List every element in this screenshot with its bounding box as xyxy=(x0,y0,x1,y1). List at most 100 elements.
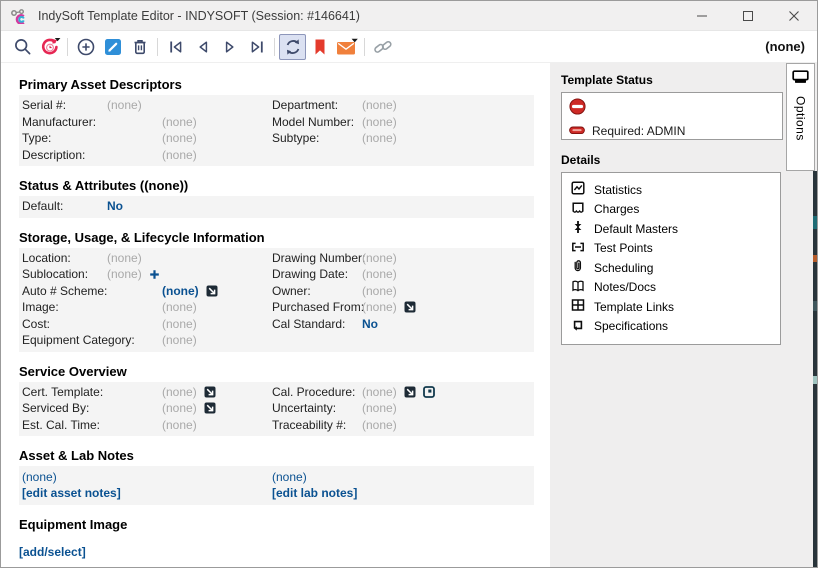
add-select-image-link[interactable]: [add/select] xyxy=(19,545,534,559)
field-value[interactable]: (none) xyxy=(362,131,397,145)
link-icon[interactable] xyxy=(369,34,396,60)
close-button[interactable] xyxy=(771,1,817,31)
toolbar-separator xyxy=(157,38,158,56)
sidebar: Template Status Required: ADMIN Details … xyxy=(550,63,817,567)
field-value[interactable]: (none) xyxy=(162,385,197,399)
open-icon[interactable] xyxy=(423,386,435,398)
field-cell: Equipment Category:(none) xyxy=(22,333,272,347)
edit-asset-notes-link[interactable]: [edit asset notes] xyxy=(22,485,272,501)
options-tab[interactable]: Options xyxy=(786,63,815,171)
field-value[interactable]: (none) xyxy=(362,267,397,281)
toolbar: (none) xyxy=(1,31,817,63)
field-value[interactable]: (none) xyxy=(107,98,142,112)
field-label: Subtype: xyxy=(272,131,362,145)
field-label: Cost: xyxy=(22,317,162,331)
details-item-notes-docs[interactable]: Notes/Docs xyxy=(571,278,771,298)
field-row: Image:(none)Purchased From:(none) xyxy=(22,299,534,316)
field-row: Location:(none)Drawing Number:(none) xyxy=(22,250,534,267)
field-label: Type: xyxy=(22,131,162,145)
delete-icon[interactable] xyxy=(126,34,153,60)
maximize-button[interactable] xyxy=(725,1,771,31)
section-asset-lab-notes: Asset & Lab Notes (none) [edit asset not… xyxy=(19,448,534,505)
field-cell: Traceability #:(none) xyxy=(272,418,534,432)
details-item-statistics[interactable]: Statistics xyxy=(571,180,771,200)
details-item-test-points[interactable]: Test Points xyxy=(571,239,771,259)
field-label: Image: xyxy=(22,300,162,314)
details-item-specifications[interactable]: Specifications xyxy=(571,317,771,337)
section-status-attributes: Status & Attributes ((none)) Default:No xyxy=(19,178,534,218)
field-label: Drawing Date: xyxy=(272,267,362,281)
indysoft-template-editor-window: IndySoft Template Editor - INDYSOFT (Ses… xyxy=(0,0,818,568)
field-value[interactable]: (none) xyxy=(162,148,197,162)
asset-notes-value: (none) xyxy=(22,469,272,485)
details-item-label: Scheduling xyxy=(594,261,653,275)
jump-icon[interactable] xyxy=(206,285,218,297)
jump-icon[interactable] xyxy=(404,386,416,398)
field-value[interactable]: No xyxy=(362,317,378,331)
edit-icon[interactable] xyxy=(99,34,126,60)
edit-lab-notes-link[interactable]: [edit lab notes] xyxy=(272,485,357,501)
field-label: Drawing Number: xyxy=(272,251,362,265)
nav-first-icon[interactable] xyxy=(162,34,189,60)
bookmark-icon[interactable] xyxy=(306,34,333,60)
add-icon[interactable] xyxy=(72,34,99,60)
details-item-template-links[interactable]: Template Links xyxy=(571,297,771,317)
field-value[interactable]: (none) xyxy=(362,418,397,432)
nav-next-icon[interactable] xyxy=(216,34,243,60)
field-cell: Location:(none) xyxy=(22,251,272,265)
field-value[interactable]: (none) xyxy=(362,300,397,314)
section-body: Default:No xyxy=(19,196,534,218)
jump-icon[interactable] xyxy=(204,386,216,398)
field-value[interactable]: (none) xyxy=(162,300,197,314)
field-value[interactable]: (none) xyxy=(362,284,397,298)
field-label: Location: xyxy=(22,251,107,265)
field-value[interactable]: (none) xyxy=(362,385,397,399)
field-value[interactable]: (none) xyxy=(162,131,197,145)
field-value[interactable]: (none) xyxy=(107,251,142,265)
field-cell: Cal. Procedure:(none) xyxy=(272,385,534,399)
history-icon[interactable] xyxy=(36,34,63,60)
template-status-title: Template Status xyxy=(561,73,817,87)
refresh-icon[interactable] xyxy=(279,34,306,60)
search-icon[interactable] xyxy=(9,34,36,60)
details-item-scheduling[interactable]: Scheduling xyxy=(571,258,771,278)
details-item-charges[interactable]: Charges xyxy=(571,200,771,220)
field-cell: Drawing Date:(none) xyxy=(272,267,534,281)
minimize-button[interactable] xyxy=(679,1,725,31)
field-value[interactable]: (none) xyxy=(162,115,197,129)
field-value[interactable]: (none) xyxy=(362,251,397,265)
sections-container: Primary Asset DescriptorsSerial #:(none)… xyxy=(19,77,550,436)
jump-icon[interactable] xyxy=(404,301,416,313)
field-value[interactable]: (none) xyxy=(162,401,197,415)
field-value[interactable]: (none) xyxy=(362,115,397,129)
required-label: Required: ADMIN xyxy=(592,124,685,138)
field-value[interactable]: (none) xyxy=(362,401,397,415)
field-label: Description: xyxy=(22,148,162,162)
email-icon[interactable] xyxy=(333,34,360,60)
jump-icon[interactable] xyxy=(204,402,216,414)
details-item-default-masters[interactable]: Default Masters xyxy=(571,219,771,239)
field-value[interactable]: (none) xyxy=(162,284,199,298)
toolbar-icons xyxy=(9,34,396,60)
field-label: Traceability #: xyxy=(272,418,362,432)
field-value[interactable]: (none) xyxy=(162,333,197,347)
lab-notes-column: (none) [edit lab notes] xyxy=(272,469,357,501)
plus-icon[interactable] xyxy=(149,269,160,280)
details-item-label: Test Points xyxy=(594,241,653,255)
nav-prev-icon[interactable] xyxy=(189,34,216,60)
details-item-label: Template Links xyxy=(594,300,674,314)
field-cell: Description:(none) xyxy=(22,148,272,162)
details-item-label: Default Masters xyxy=(594,222,678,236)
notes-body: (none) [edit asset notes] (none) [edit l… xyxy=(19,466,534,505)
field-value[interactable]: (none) xyxy=(107,267,142,281)
field-value[interactable]: (none) xyxy=(162,317,197,331)
field-label: Uncertainty: xyxy=(272,401,362,415)
field-value[interactable]: (none) xyxy=(362,98,397,112)
field-value[interactable]: (none) xyxy=(162,418,197,432)
lab-notes-value: (none) xyxy=(272,469,357,485)
field-label: Manufacturer: xyxy=(22,115,162,129)
required-status-row: Required: ADMIN xyxy=(569,124,775,138)
section-title: Status & Attributes ((none)) xyxy=(19,178,534,193)
nav-last-icon[interactable] xyxy=(243,34,270,60)
field-value[interactable]: No xyxy=(107,199,123,213)
